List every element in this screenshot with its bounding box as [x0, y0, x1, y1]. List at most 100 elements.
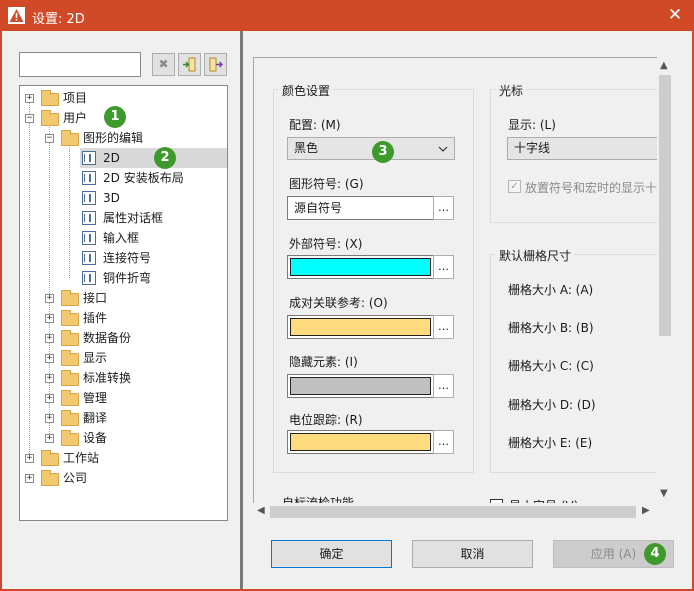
- tree-item-company[interactable]: + 公司: [20, 468, 227, 488]
- tree-item-3d[interactable]: 3D: [20, 188, 227, 208]
- external-symbol-color-field[interactable]: [287, 255, 434, 279]
- place-symbol-checkbox[interactable]: ✓: [508, 180, 521, 193]
- tree-item-plugins[interactable]: + 插件: [20, 308, 227, 328]
- pane-splitter[interactable]: [240, 31, 243, 589]
- hidden-elements-browse-button[interactable]: …: [433, 374, 454, 398]
- folder-icon: [41, 450, 59, 466]
- warning-app-icon: [8, 7, 25, 24]
- vertical-scroll-thumb[interactable]: [659, 75, 671, 336]
- graphic-symbol-field[interactable]: 源自符号: [287, 196, 434, 220]
- folder-icon: [61, 410, 79, 426]
- graphic-symbol-browse-button[interactable]: …: [433, 196, 454, 220]
- config-value: 黑色: [294, 141, 319, 155]
- scroll-down-arrow-icon[interactable]: ▼: [660, 488, 668, 499]
- cursor-display-value: 十字线: [514, 141, 551, 155]
- potential-tracking-color-field[interactable]: [287, 430, 434, 454]
- expand-toggle[interactable]: +: [45, 434, 54, 443]
- expand-icon: [183, 57, 196, 72]
- external-symbol-label: 外部符号: (X): [289, 237, 363, 251]
- window-title: 设置: 2D: [32, 12, 85, 27]
- expand-toggle[interactable]: +: [45, 354, 54, 363]
- tree-item-2d[interactable]: 2D: [20, 148, 227, 168]
- group-title: 默认栅格尺寸: [496, 247, 575, 264]
- tree-item-data-backup[interactable]: + 数据备份: [20, 328, 227, 348]
- tree-item-display[interactable]: + 显示: [20, 348, 227, 368]
- expand-toggle[interactable]: +: [45, 394, 54, 403]
- settings-tree[interactable]: + 项目 − 用户 − 图形的编辑 2D 2D 安装板布局 3D 属性对话框 输…: [19, 85, 228, 521]
- paired-ref-color-field[interactable]: [287, 315, 434, 339]
- callout-marker-2: 2: [154, 147, 176, 169]
- callout-marker-1: 1: [104, 106, 126, 128]
- close-button[interactable]: ✕: [660, 3, 690, 28]
- ok-button[interactable]: 确定: [271, 540, 392, 568]
- expand-toggle[interactable]: +: [25, 474, 34, 483]
- tree-item-interface[interactable]: + 接口: [20, 288, 227, 308]
- tree-item-standard-conversion[interactable]: + 标准转换: [20, 368, 227, 388]
- potential-tracking-browse-button[interactable]: …: [433, 430, 454, 454]
- expand-toggle[interactable]: +: [45, 294, 54, 303]
- tree-item-devices[interactable]: + 设备: [20, 428, 227, 448]
- cursor-display-label: 显示: (L): [508, 118, 556, 132]
- expand-toggle[interactable]: +: [45, 314, 54, 323]
- folder-icon: [61, 390, 79, 406]
- tree-item-graphic-editing[interactable]: − 图形的编辑: [20, 128, 227, 148]
- expand-toggle[interactable]: +: [45, 374, 54, 383]
- tree-item-translation[interactable]: + 翻译: [20, 408, 227, 428]
- tree-item-2d-panel-layout[interactable]: 2D 安装板布局: [20, 168, 227, 188]
- group-title: 光标: [496, 82, 527, 99]
- folder-icon: [61, 290, 79, 306]
- color-swatch: [290, 318, 431, 336]
- title-bar: [0, 0, 694, 31]
- tree-item-property-dialog[interactable]: 属性对话框: [20, 208, 227, 228]
- grid-size-c-label: 栅格大小 C: (C): [508, 359, 594, 373]
- expand-toggle[interactable]: +: [45, 414, 54, 423]
- chevron-down-icon: [438, 146, 448, 152]
- cursor-display-dropdown[interactable]: 十字线: [507, 137, 667, 160]
- hidden-elements-label: 隐藏元素: (I): [289, 355, 358, 369]
- expand-toggle[interactable]: +: [25, 94, 34, 103]
- cancel-button[interactable]: 取消: [412, 540, 533, 568]
- tree-item-label: 数据备份: [83, 331, 132, 345]
- tree-item-label: 翻译: [83, 411, 108, 425]
- tree-item-management[interactable]: + 管理: [20, 388, 227, 408]
- clear-filter-button[interactable]: ✖: [152, 53, 175, 76]
- scroll-left-arrow-icon[interactable]: ◀: [257, 505, 265, 516]
- tree-item-input-box[interactable]: 输入框: [20, 228, 227, 248]
- collapse-toggle[interactable]: −: [25, 114, 34, 123]
- collapse-toggle[interactable]: −: [45, 134, 54, 143]
- tree-item-label: 接口: [83, 291, 108, 305]
- grid-size-b-label: 栅格大小 B: (B): [508, 321, 594, 335]
- callout-marker-4: 4: [644, 543, 666, 565]
- settings-page-icon: [82, 271, 96, 285]
- group-title: 颜色设置: [279, 82, 334, 99]
- paired-ref-browse-button[interactable]: …: [433, 315, 454, 339]
- tree-item-label: 公司: [63, 471, 88, 485]
- tree-item-project[interactable]: + 项目: [20, 88, 227, 108]
- scroll-corner: [657, 503, 672, 520]
- external-symbol-browse-button[interactable]: …: [433, 255, 454, 279]
- tree-item-label: 工作站: [63, 451, 100, 465]
- horizontal-scroll-thumb[interactable]: [270, 506, 636, 518]
- scroll-right-arrow-icon[interactable]: ▶: [642, 505, 650, 516]
- expand-all-button[interactable]: [178, 53, 201, 76]
- settings-page-icon: [82, 211, 96, 225]
- tree-item-label: 属性对话框: [103, 211, 164, 225]
- tree-item-connection-symbol[interactable]: 连接符号: [20, 248, 227, 268]
- config-dropdown[interactable]: 黑色: [287, 137, 455, 160]
- expand-toggle[interactable]: +: [25, 454, 34, 463]
- collapse-icon: [209, 57, 223, 72]
- settings-page-icon: [82, 171, 96, 185]
- folder-icon: [61, 350, 79, 366]
- expand-toggle[interactable]: +: [45, 334, 54, 343]
- window-border-left: [0, 31, 2, 591]
- folder-icon: [61, 310, 79, 326]
- hidden-elements-color-field[interactable]: [287, 374, 434, 398]
- scroll-up-arrow-icon[interactable]: ▲: [660, 60, 668, 71]
- collapse-all-button[interactable]: [204, 53, 227, 76]
- tree-item-workstation[interactable]: + 工作站: [20, 448, 227, 468]
- tree-item-label: 显示: [83, 351, 108, 365]
- folder-open-icon: [41, 110, 59, 126]
- tree-search-input[interactable]: [19, 52, 141, 77]
- tree-item-copper-bending[interactable]: 铜件折弯: [20, 268, 227, 288]
- tree-item-label: 铜件折弯: [103, 271, 152, 285]
